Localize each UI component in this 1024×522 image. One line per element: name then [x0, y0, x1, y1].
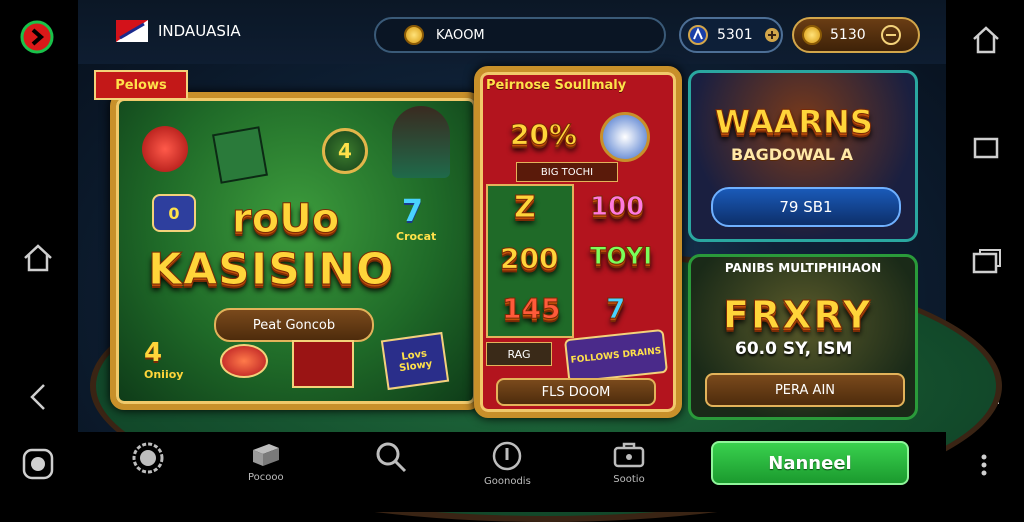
jackpot-button[interactable]: 79 SB1 — [711, 187, 901, 227]
cta-button[interactable]: Nanneel — [711, 441, 909, 485]
multiplier-button[interactable]: PERA AIN — [705, 373, 905, 407]
nav-label-games: Goonodis — [484, 476, 531, 487]
record-icon[interactable] — [20, 446, 56, 482]
sticker-four: 4 — [322, 128, 368, 174]
home-icon[interactable] — [20, 240, 56, 276]
lantern-icon — [142, 126, 188, 172]
badge-icon — [600, 112, 650, 162]
recent-square-icon[interactable] — [972, 136, 1000, 160]
coin-icon — [404, 25, 424, 45]
reel-right-mid: TOYI — [589, 242, 653, 271]
multiplier-card[interactable]: PANIBS MULTIPHIHAON FRXRY 60.0 SY, ISM P… — [688, 254, 918, 420]
home-outline-icon[interactable] — [970, 24, 1002, 56]
jackpot-card[interactable]: WAARNS BAGDOWAL A 79 SB1 — [688, 70, 918, 242]
briefcase-icon — [613, 442, 645, 468]
bottom-left-badge: 4 — [144, 338, 163, 368]
balance-pill-two[interactable]: 5130 — [792, 17, 920, 53]
left-system-bar — [0, 0, 78, 512]
bottom-left-sub: Oniioy — [144, 368, 184, 381]
multiplier-title: FRXRY — [722, 293, 873, 338]
nav-label-studio: Sootio — [613, 474, 645, 485]
host-avatar — [392, 106, 450, 178]
more-dots-icon[interactable] — [976, 452, 992, 478]
promo-sticker: FOLLOWS DRAINS — [563, 328, 669, 384]
jackpot-title-line1: WAARNS — [715, 103, 874, 142]
reel-right: 100 TOYI 7 — [580, 184, 664, 334]
pip-icon[interactable] — [972, 248, 1002, 274]
promo-rate: 20% — [509, 118, 578, 152]
info-circle-icon — [493, 441, 522, 471]
promo-bottom-button[interactable]: FLS DOOM — [496, 378, 656, 406]
multiplier-header: PANIBS MULTIPHIHAON — [724, 261, 882, 275]
minus-circle-icon[interactable] — [880, 24, 902, 46]
corner-tag: Pelows — [94, 70, 188, 100]
nav-label-promo: Pocooo — [248, 472, 284, 483]
banner-title-big: KASISINO — [148, 244, 395, 296]
gold-coin-icon — [802, 25, 822, 45]
reel-left-top: Z — [514, 190, 537, 226]
jackpot-title-line2: BAGDOWAL A — [731, 145, 854, 164]
dragon-sticker-icon — [292, 340, 354, 388]
region-indicator[interactable]: INDAUASIA — [114, 18, 241, 44]
balance-pill-one[interactable]: 5301 — [679, 17, 783, 53]
sticker-seven: 7 — [402, 194, 423, 229]
search-bar[interactable]: KAOOM — [374, 17, 666, 53]
search-icon — [376, 442, 407, 473]
reel-left: Z 200 145 — [486, 184, 574, 338]
promo-small-tag: RAG — [486, 342, 552, 366]
reel-left-mid: 200 — [499, 242, 559, 276]
region-label: INDAUASIA — [158, 22, 241, 40]
add-circle-icon[interactable] — [763, 26, 781, 44]
chip-sticker-icon — [220, 344, 268, 378]
nav-item-avatar[interactable] — [130, 440, 166, 480]
promo-title: Peirnose Soullmaly — [486, 78, 627, 93]
level-badge-icon — [688, 25, 708, 45]
flag-icon — [116, 20, 148, 42]
gift-box-icon — [252, 444, 279, 466]
nav-item-promo[interactable]: Pocooo — [248, 440, 284, 483]
sticker-text: Crocat — [396, 230, 437, 243]
reel-right-bottom: 7 — [605, 292, 626, 326]
back-chevron-icon[interactable] — [24, 380, 52, 414]
nav-item-games[interactable]: Goonodis — [484, 440, 531, 487]
lion-icon — [132, 442, 164, 474]
multiplier-value: 60.0 SY, ISM — [735, 339, 853, 359]
search-text: KAOOM — [436, 27, 485, 43]
cash-sticker-icon — [212, 126, 268, 184]
promo-panel[interactable]: Peirnose Soullmaly 20% BIG TOCHI Z 200 1… — [474, 66, 682, 418]
sticker-zero: 0 — [152, 194, 196, 232]
promo-sub-label: BIG TOCHI — [516, 162, 618, 182]
play-button[interactable]: Peat Goncob — [214, 308, 374, 342]
nav-item-search[interactable] — [374, 440, 408, 478]
nav-item-studio[interactable]: Sootio — [612, 440, 646, 485]
reel-left-bottom: 145 — [501, 292, 561, 326]
balance-one: 5301 — [717, 27, 753, 43]
bottom-right-sticker: Lovs Slowy — [380, 331, 450, 391]
main-casino-banner[interactable]: 4 0 7 Crocat roUo KASISINO Peat Goncob 4… — [110, 92, 482, 410]
reel-right-top: 100 — [589, 192, 645, 223]
banner-title-small: roUo — [231, 196, 340, 243]
balance-two: 5130 — [830, 27, 866, 43]
red-arrow-right-icon[interactable] — [20, 20, 54, 54]
